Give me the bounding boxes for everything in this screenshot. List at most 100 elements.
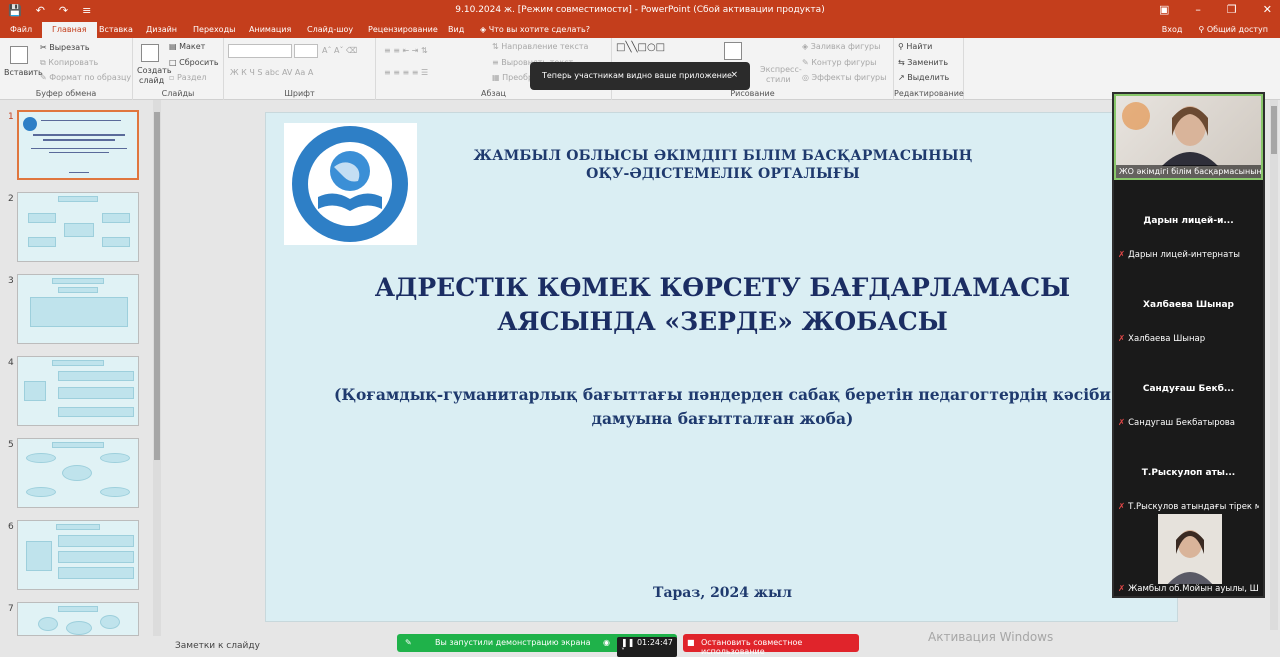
font-size-box[interactable]	[294, 44, 318, 58]
thumb-box	[58, 371, 134, 381]
quick-styles-button[interactable]: Экспресс-	[760, 65, 802, 74]
tab-insert[interactable]: Вставка	[99, 25, 133, 34]
shape-effects-button[interactable]: ◎ Эффекты фигуры	[802, 73, 886, 82]
paste-button[interactable]: Вставить	[4, 68, 43, 77]
tab-animations[interactable]: Анимация	[249, 25, 291, 34]
align-text-icon: ≡	[492, 58, 502, 67]
tab-view[interactable]: Вид	[448, 25, 464, 34]
scissors-icon: ✂	[40, 43, 50, 52]
participant-tile[interactable]: Сандуғаш Бекб... ✗ Сандугаш Бекбатырова	[1114, 348, 1263, 432]
tab-home[interactable]: Главная	[42, 22, 97, 38]
slide-thumbnail-1[interactable]	[17, 110, 139, 180]
slide-canvas[interactable]: ЖАМБЫЛ ОБЛЫСЫ ӘКІМДІГІ БІЛІМ БАСҚАРМАСЫН…	[265, 112, 1178, 622]
replace-button[interactable]: ⇆ Заменить	[898, 58, 948, 67]
ribbon-tabs: Файл Главная Вставка Дизайн Переходы Ани…	[0, 22, 1280, 38]
new-slide-button-2[interactable]: слайд	[139, 76, 164, 85]
slide-scrollbar-thumb[interactable]	[1271, 106, 1277, 154]
thumbnails-scrollbar-thumb[interactable]	[154, 112, 160, 460]
thumb-text-line	[41, 120, 121, 121]
find-button[interactable]: ⚲ Найти	[898, 42, 932, 51]
tab-slideshow[interactable]: Слайд-шоу	[307, 25, 353, 34]
slide-thumbnail-4[interactable]	[17, 356, 139, 426]
convert-smartart-button[interactable]: ▦ Преобр	[492, 73, 533, 82]
slide-thumbnail-3[interactable]	[17, 274, 139, 344]
new-slide-icon[interactable]	[141, 44, 159, 62]
shapes-gallery[interactable]: □╲╲□○□	[616, 42, 665, 53]
thumb-box	[58, 606, 98, 612]
thumb-logo	[23, 117, 37, 131]
copy-button[interactable]: ⧉ Копировать	[40, 58, 98, 68]
tab-file[interactable]: Файл	[10, 25, 32, 34]
font-name-box[interactable]	[228, 44, 292, 58]
mic-muted-icon: ✗	[1118, 250, 1126, 260]
section-button[interactable]: ▫ Раздел	[169, 73, 207, 82]
share-timer[interactable]: ❚❚ 01:24:47 ˅	[617, 637, 677, 657]
signin-link[interactable]: Вход	[1162, 25, 1183, 34]
slide-thumbnail-6[interactable]	[17, 520, 139, 590]
brush-icon: ✎	[40, 73, 50, 82]
participant-video-small[interactable]	[1158, 514, 1222, 586]
notes-toggle[interactable]: Заметки к слайду	[175, 641, 260, 651]
drawing-group-label: Рисование	[730, 89, 775, 98]
maximize-icon[interactable]: ❐	[1227, 3, 1237, 16]
tell-me-box[interactable]: ◈ Что вы хотите сделать?	[480, 25, 590, 34]
participant-tile[interactable]: Т.Рыскулоп аты... ✗ Т.Рыскулов атындағы т…	[1114, 432, 1263, 516]
thumb-box	[58, 196, 98, 202]
slide-thumbnail-7[interactable]	[17, 602, 139, 636]
thumb-text-line	[49, 152, 109, 153]
clipboard-group: Вставить ✂ Вырезать ⧉ Копировать ✎ Форма…	[0, 38, 133, 100]
layout-icon: ▤	[169, 42, 180, 51]
align-buttons[interactable]: ≡ ≡ ≡ ≡ ☰	[384, 68, 428, 77]
tab-design[interactable]: Дизайн	[146, 25, 177, 34]
list-buttons[interactable]: ≡ ≡ ⇤ ⇥ ⇅	[384, 46, 428, 55]
text-direction-button[interactable]: ⇅ Направление текста	[492, 42, 588, 51]
slide-scrollbar[interactable]	[1270, 100, 1278, 630]
shape-outline-button[interactable]: ✎ Контур фигуры	[802, 58, 876, 67]
quick-styles-button-2[interactable]: стили	[766, 75, 791, 84]
close-notification-icon[interactable]: ×	[730, 70, 738, 80]
ribbon-display-icon[interactable]: ▣	[1159, 3, 1169, 16]
arrange-icon[interactable]	[724, 42, 742, 60]
format-painter-button[interactable]: ✎ Формат по образцу	[40, 73, 131, 82]
outline-icon: ✎	[802, 58, 812, 67]
participant-tile[interactable]: Халбаева Шынар ✗ Халбаева Шынар	[1114, 264, 1263, 348]
font-group-label: Шрифт	[284, 89, 315, 98]
tab-transitions[interactable]: Переходы	[193, 25, 235, 34]
close-icon[interactable]: ✕	[1263, 3, 1272, 16]
cut-button[interactable]: ✂ Вырезать	[40, 43, 90, 52]
new-slide-button[interactable]: Создать	[137, 66, 172, 75]
reset-button[interactable]: □ Сбросить	[169, 58, 219, 67]
paragraph-group-label: Абзац	[480, 89, 506, 98]
font-size-controls[interactable]: Aˆ Aˇ ⌫	[322, 46, 357, 55]
layout-button[interactable]: ▤ Макет	[169, 42, 205, 51]
paste-icon[interactable]	[10, 46, 28, 64]
select-button[interactable]: ↗ Выделить	[898, 73, 949, 82]
font-group: Aˆ Aˇ ⌫ Ж К Ч S abc AV Aa A Шрифт	[224, 38, 376, 100]
thumb-box	[58, 567, 134, 579]
share-button[interactable]: ⚲ Общий доступ	[1198, 25, 1268, 34]
stop-sharing-label: Остановить совместное использование	[701, 638, 803, 656]
thumbnails-scrollbar[interactable]	[153, 100, 161, 636]
shape-fill-button[interactable]: ◈ Заливка фигуры	[802, 42, 880, 51]
document-title: 9.10.2024 ж. [Режим совместимости] - Pow…	[455, 5, 825, 15]
thumb-box	[24, 381, 46, 401]
organization-line-2: ОҚУ-ӘДІСТЕМЕЛІК ОРТАЛЫҒЫ	[586, 166, 860, 182]
font-format-buttons[interactable]: Ж К Ч S abc AV Aa A	[230, 68, 313, 77]
slide-thumbnail-2[interactable]	[17, 192, 139, 262]
minimize-icon[interactable]: –	[1195, 3, 1201, 16]
participant-label: ✗ Дарын лицей-интернаты	[1118, 250, 1240, 260]
thumb-number: 5	[8, 440, 14, 450]
thumb-box	[52, 442, 104, 448]
active-speaker-video[interactable]: ЖО әкімдігі білім басқармасының	[1114, 94, 1263, 180]
stop-icon: ■	[687, 638, 695, 647]
share-status-text: Вы запустили демонстрацию экрана	[435, 638, 591, 647]
thumb-box	[38, 617, 58, 631]
thumb-box	[100, 615, 120, 629]
share-status-icon: ✎	[405, 638, 412, 647]
slide-thumbnail-5[interactable]	[17, 438, 139, 508]
thumb-text-line	[69, 172, 89, 173]
tab-review[interactable]: Рецензирование	[368, 25, 438, 34]
participant-tile[interactable]: Дарын лицей-и... ✗ Дарын лицей-интернаты	[1114, 180, 1263, 264]
slide-title-line-2: АЯСЫНДА «ЗЕРДЕ» ЖОБАСЫ	[497, 307, 948, 336]
stop-sharing-button[interactable]: ■ Остановить совместное использование	[683, 634, 859, 656]
